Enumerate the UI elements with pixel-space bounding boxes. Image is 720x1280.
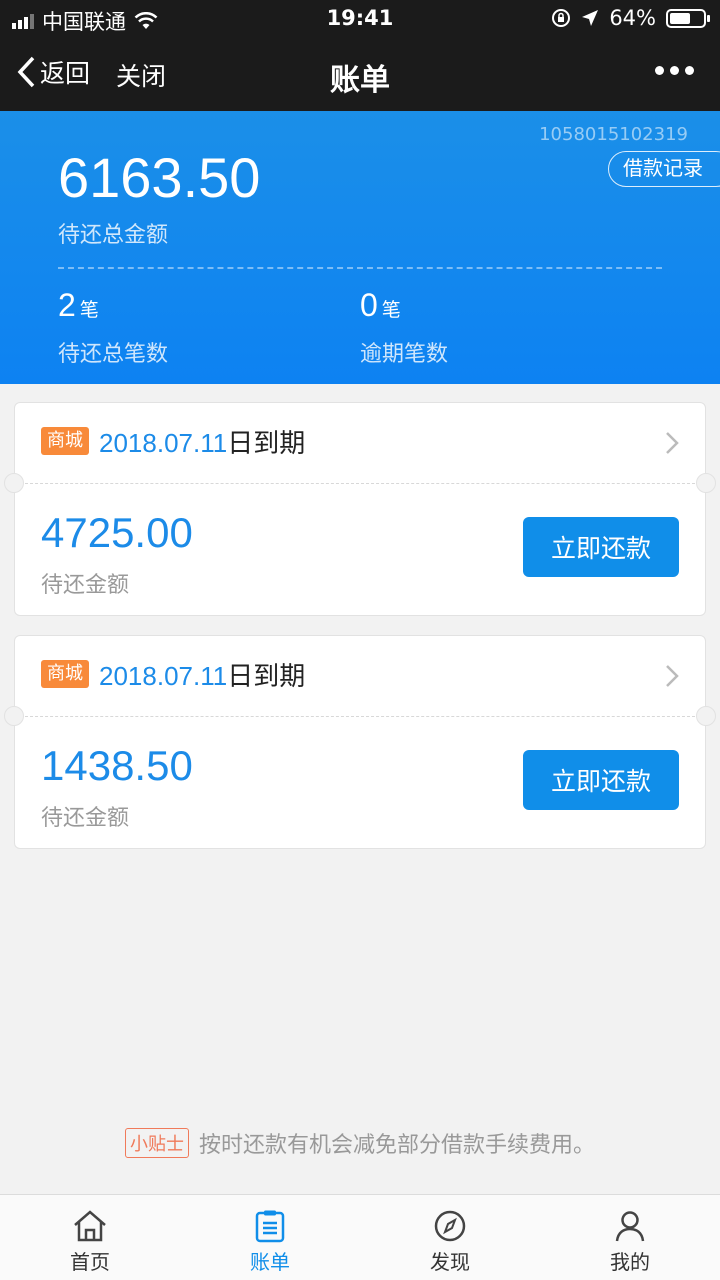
status-right: 64% bbox=[551, 6, 710, 30]
summary-divider bbox=[58, 267, 662, 269]
bill-amount: 1438.50 bbox=[41, 742, 193, 789]
repay-now-button[interactable]: 立即还款 bbox=[523, 517, 679, 577]
page-title: 账单 bbox=[330, 63, 390, 98]
tab-home[interactable]: 首页 bbox=[0, 1195, 180, 1280]
loan-records-button[interactable]: 借款记录 bbox=[608, 151, 720, 187]
overdue-count: 0 bbox=[360, 287, 378, 323]
mall-tag: 商城 bbox=[41, 660, 89, 688]
card-notch-left bbox=[4, 473, 24, 493]
bill-icon bbox=[255, 1210, 285, 1243]
bill-summary: 1058015102319 借款记录 6163.50 待还总金额 2笔 待还总笔… bbox=[0, 111, 720, 384]
card-divider bbox=[25, 483, 695, 484]
nav-bar: 返回 关闭 账单 bbox=[0, 36, 720, 111]
pending-count: 2 bbox=[58, 287, 76, 323]
card-divider bbox=[25, 716, 695, 717]
tip-text: 按时还款有机会减免部分借款手续费用。 bbox=[198, 1133, 595, 1158]
total-amount-label: 待还总金额 bbox=[58, 223, 169, 248]
user-icon bbox=[615, 1211, 645, 1242]
bill-due-header[interactable]: 2018.07.11日到期 bbox=[99, 656, 305, 693]
tip-banner: 小贴士 按时还款有机会减免部分借款手续费用。 bbox=[0, 1127, 720, 1159]
overdue-unit: 笔 bbox=[381, 299, 401, 321]
pending-count-label: 待还总笔数 bbox=[58, 342, 169, 367]
pending-count-stat: 2笔 待还总笔数 bbox=[58, 287, 168, 368]
overdue-count-stat: 0笔 逾期笔数 bbox=[360, 287, 448, 368]
tab-discover-label: 发现 bbox=[430, 1250, 470, 1274]
due-suffix: 日到期 bbox=[227, 662, 306, 692]
battery-icon bbox=[666, 8, 710, 28]
more-icon[interactable] bbox=[655, 66, 694, 75]
tab-bill[interactable]: 账单 bbox=[180, 1195, 360, 1280]
tip-badge: 小贴士 bbox=[124, 1128, 189, 1158]
repay-now-button[interactable]: 立即还款 bbox=[523, 750, 679, 810]
status-bar: 中国联通 19:41 64% bbox=[0, 0, 720, 36]
card-notch-right bbox=[696, 706, 716, 726]
card-notch-left bbox=[4, 706, 24, 726]
mall-tag: 商城 bbox=[41, 427, 89, 455]
bill-card: 商城 2018.07.11日到期 4725.00 待还金额 立即还款 bbox=[4, 402, 716, 616]
chevron-right-icon[interactable] bbox=[665, 431, 679, 455]
bill-card: 商城 2018.07.11日到期 1438.50 待还金额 立即还款 bbox=[4, 635, 716, 849]
bill-due-header[interactable]: 2018.07.11日到期 bbox=[99, 423, 305, 460]
bill-amount-label: 待还金额 bbox=[41, 573, 130, 598]
card-notch-right bbox=[696, 473, 716, 493]
compass-icon bbox=[434, 1210, 466, 1242]
pending-unit: 笔 bbox=[79, 299, 99, 321]
location-icon bbox=[582, 10, 599, 26]
due-date: 2018.07.11 bbox=[99, 661, 228, 691]
tab-mine-label: 我的 bbox=[610, 1250, 650, 1274]
tab-discover[interactable]: 发现 bbox=[360, 1195, 540, 1280]
due-suffix: 日到期 bbox=[227, 429, 306, 459]
due-date: 2018.07.11 bbox=[99, 428, 228, 458]
bill-amount: 4725.00 bbox=[41, 509, 193, 556]
tab-mine[interactable]: 我的 bbox=[540, 1195, 720, 1280]
home-icon bbox=[74, 1210, 106, 1242]
account-number: 1058015102319 bbox=[539, 124, 688, 145]
battery-percent: 64% bbox=[609, 6, 656, 30]
total-amount: 6163.50 bbox=[58, 146, 261, 209]
tab-bar: 首页 账单 发现 我的 bbox=[0, 1194, 720, 1280]
tab-home-label: 首页 bbox=[70, 1250, 110, 1274]
overdue-count-label: 逾期笔数 bbox=[360, 342, 449, 367]
chevron-right-icon[interactable] bbox=[665, 664, 679, 688]
rotation-lock-icon bbox=[552, 9, 571, 27]
tab-bill-label: 账单 bbox=[250, 1250, 290, 1274]
bill-amount-label: 待还金额 bbox=[41, 806, 130, 831]
